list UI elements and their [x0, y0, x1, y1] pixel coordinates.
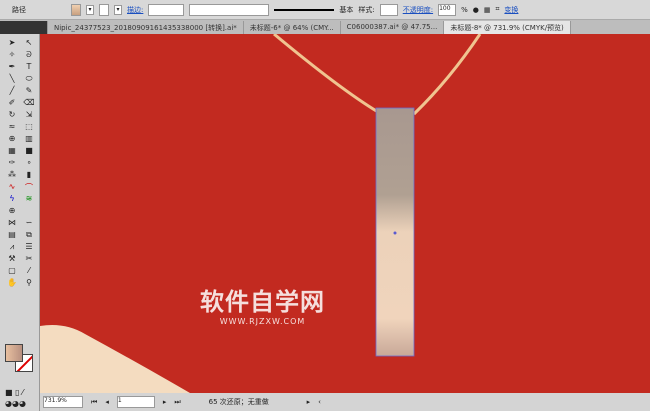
- path-tool-icon[interactable]: ϟ: [5, 194, 19, 205]
- rope-right: [412, 34, 482, 116]
- align-lines-icon[interactable]: ☰: [22, 242, 36, 253]
- status-menu-icon[interactable]: ▸: [307, 398, 311, 406]
- free-transform-icon[interactable]: ⬚: [22, 122, 36, 133]
- direct-selection-tool-icon[interactable]: ↖: [22, 38, 36, 49]
- selection-tool-icon[interactable]: ➤: [5, 38, 19, 49]
- zigzag-icon[interactable]: ⩘: [5, 242, 19, 253]
- rope-left: [273, 34, 379, 114]
- opacity-link[interactable]: 不透明度:: [403, 5, 433, 15]
- beige-shape[interactable]: [40, 325, 190, 393]
- status-bar: 731.9% ⏮ ◂ 1 ▸ ⏭ 65 次还原；无重做 ▸ ‹: [40, 393, 650, 411]
- center-point: [393, 231, 397, 235]
- screen-mode-icons[interactable]: ◕◕◕: [5, 399, 26, 408]
- rotate-tool-icon[interactable]: ↻: [5, 110, 19, 121]
- watermark-title: 软件自学网: [200, 288, 325, 316]
- fill-swatch[interactable]: [71, 3, 81, 16]
- brush-profile-label[interactable]: 基本: [339, 5, 353, 15]
- fill-color-box[interactable]: [5, 344, 23, 362]
- blob-brush-icon[interactable]: ✐: [5, 98, 19, 109]
- variable-width-select[interactable]: [189, 3, 270, 16]
- first-page-icon[interactable]: ⏮: [91, 398, 97, 407]
- document-tabs: Nipic_24377523_20180909161435338000 [转换]…: [0, 20, 650, 34]
- style-label: 样式:: [358, 5, 375, 14]
- lasso-icon[interactable]: ᘐ: [22, 50, 36, 61]
- reshape-icon[interactable]: ⌒: [22, 182, 36, 193]
- pencil-icon[interactable]: ✎: [22, 86, 36, 97]
- column-graph-icon[interactable]: ▤: [5, 230, 19, 241]
- eyedropper-icon[interactable]: ✑: [5, 158, 19, 169]
- stroke-swatch[interactable]: [99, 3, 109, 16]
- zoom-select[interactable]: 731.9%: [43, 396, 83, 408]
- pen-tool-icon[interactable]: ✒: [5, 62, 19, 73]
- opacity-unit: %: [461, 5, 468, 14]
- align-icon[interactable]: ▦: [484, 6, 491, 14]
- wave-tool-icon[interactable]: ≋: [22, 194, 36, 205]
- stroke-weight-input[interactable]: [148, 3, 185, 16]
- page-select[interactable]: 1: [116, 396, 155, 408]
- artboard-canvas[interactable]: 软件自学网 WWW.RJZXW.COM: [40, 34, 650, 393]
- artboard-tool-icon[interactable]: ▢: [5, 266, 19, 277]
- ellipse-tool-icon[interactable]: ⬭: [22, 74, 36, 85]
- blend-tool-icon[interactable]: ∘: [22, 158, 36, 169]
- recolor-icon[interactable]: ●: [473, 6, 479, 14]
- next-page-icon[interactable]: ▸: [163, 398, 167, 406]
- fill-dropdown[interactable]: ▾: [86, 4, 94, 15]
- prev-page-icon[interactable]: ◂: [105, 398, 109, 406]
- status-message: 65 次还原；无重做: [208, 398, 269, 406]
- type-tool-icon[interactable]: T: [22, 62, 36, 73]
- shape-builder-icon[interactable]: ⊕: [5, 134, 19, 145]
- width-tool-icon[interactable]: ∿: [5, 182, 19, 193]
- slice-tool-icon[interactable]: ⁄: [22, 266, 36, 277]
- eraser-icon[interactable]: ⌫: [22, 98, 36, 109]
- color-mode-icons[interactable]: ■ ▯ ⁄: [5, 388, 23, 397]
- warp-tool-icon[interactable]: ≈: [5, 122, 19, 133]
- symbol-sprayer-icon[interactable]: ⁂: [5, 170, 19, 181]
- wrinkle-icon[interactable]: ∽: [22, 218, 36, 229]
- envelope-icon[interactable]: ⋈: [5, 218, 19, 229]
- control-bar: 路径 ▾ ▾ 描边: 基本 样式: 不透明度: 100 % ● ▦ ⌗ 变换: [0, 0, 650, 20]
- hand-tool-icon[interactable]: ✋: [5, 278, 19, 289]
- tab-doc-2[interactable]: 未标题-6* @ 64% (CMY...: [244, 21, 341, 34]
- scale-tool-icon[interactable]: ⇲: [22, 110, 36, 121]
- scroll-left-icon[interactable]: ‹: [318, 398, 321, 406]
- perspective-grid-icon[interactable]: ▥: [22, 134, 36, 145]
- transform-link[interactable]: 变换: [504, 5, 518, 15]
- last-page-icon[interactable]: ⏭: [174, 398, 180, 407]
- watermark-url: WWW.RJZXW.COM: [219, 317, 306, 326]
- stroke-link[interactable]: 描边:: [127, 5, 143, 15]
- gradient-tool-icon[interactable]: ■: [22, 146, 36, 157]
- artwork: [40, 34, 482, 393]
- panel-grip[interactable]: [0, 21, 48, 34]
- graph-tool-icon[interactable]: ▮: [22, 170, 36, 181]
- mesh-tool-icon[interactable]: ▦: [5, 146, 19, 157]
- tab-doc-4[interactable]: 未标题-8* @ 731.9% (CMYK/预览): [444, 21, 571, 34]
- style-swatch[interactable]: [379, 3, 398, 16]
- brush-stroke-preview[interactable]: [274, 8, 335, 11]
- line-tool-icon[interactable]: ╲: [5, 74, 19, 85]
- opacity-input[interactable]: 100: [438, 3, 457, 16]
- fill-stroke-widget[interactable]: [5, 344, 35, 384]
- print-tiling-icon[interactable]: ⧉: [22, 230, 36, 241]
- object-type-label: 路径: [12, 5, 26, 14]
- knife-icon[interactable]: ⚒: [5, 254, 19, 265]
- stroke-dropdown[interactable]: ▾: [114, 4, 122, 15]
- magic-wand-icon[interactable]: ✧: [5, 50, 19, 61]
- paintbrush-icon[interactable]: ╱: [5, 86, 19, 97]
- watermark: 软件自学网 WWW.RJZXW.COM: [200, 282, 325, 326]
- tab-doc-1[interactable]: Nipic_24377523_20180909161435338000 [转换]…: [48, 21, 244, 34]
- transform-icon[interactable]: ⌗: [495, 5, 499, 14]
- tab-doc-3[interactable]: C06000387.ai* @ 47.75...: [341, 21, 445, 34]
- crosshair-icon[interactable]: ⊕: [5, 206, 19, 217]
- scissors-icon[interactable]: ✂: [22, 254, 36, 265]
- zoom-tool-icon[interactable]: ⚲: [22, 278, 36, 289]
- tools-panel: ➤ ↖ ✧ ᘐ ✒ T ╲ ⬭ ╱ ✎ ✐ ⌫ ↻ ⇲ ≈ ⬚ ⊕ ▥ ▦ ■ ✑ ∘ ⁂ ▮ ∿ ⌒ ϟ…: [0, 34, 40, 411]
